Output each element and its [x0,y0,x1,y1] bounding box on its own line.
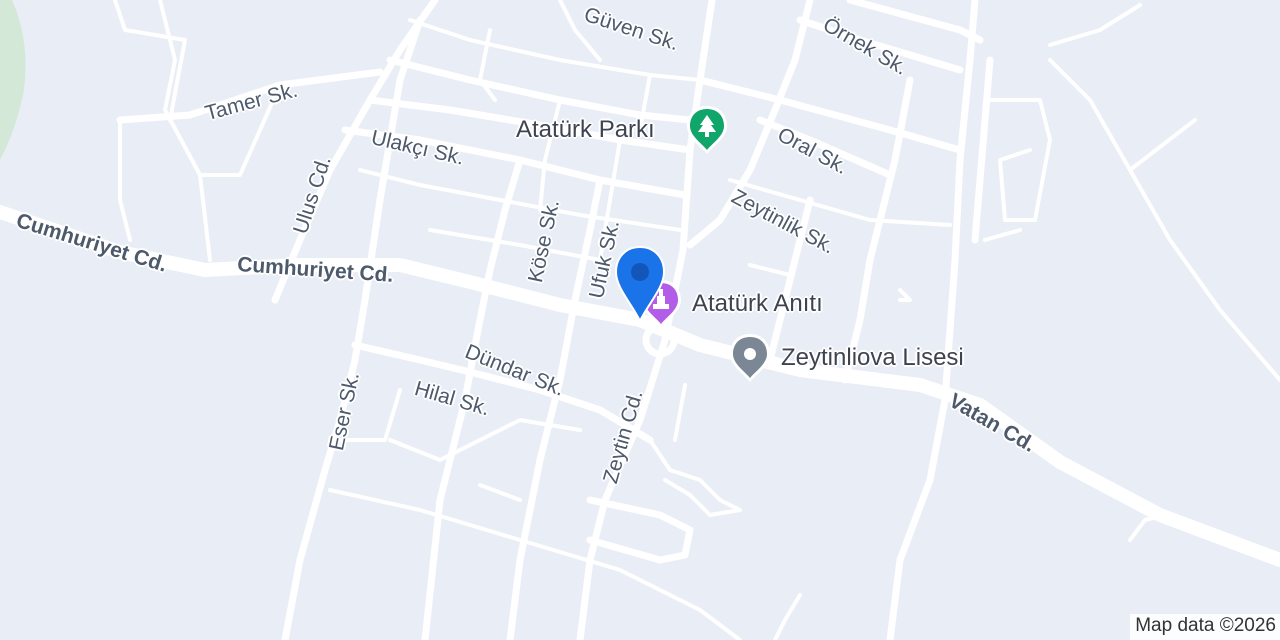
map-canvas[interactable]: Güven Sk. Örnek Sk. Tamer Sk. Ulakçı Sk.… [0,0,1280,640]
green-area [0,0,26,160]
park-tree-icon[interactable] [683,104,731,156]
poi-label-park[interactable]: Atatürk Parkı [516,118,655,142]
school-pin-icon[interactable] [726,332,774,384]
road-west-vertical [281,16,424,640]
location-pin-icon[interactable] [612,244,668,324]
map-attribution: Map data ©2026 [1130,614,1280,640]
poi-label-monument[interactable]: Atatürk Anıtı [692,292,823,316]
poi-label-school[interactable]: Zeytinliova Lisesi [781,346,964,370]
